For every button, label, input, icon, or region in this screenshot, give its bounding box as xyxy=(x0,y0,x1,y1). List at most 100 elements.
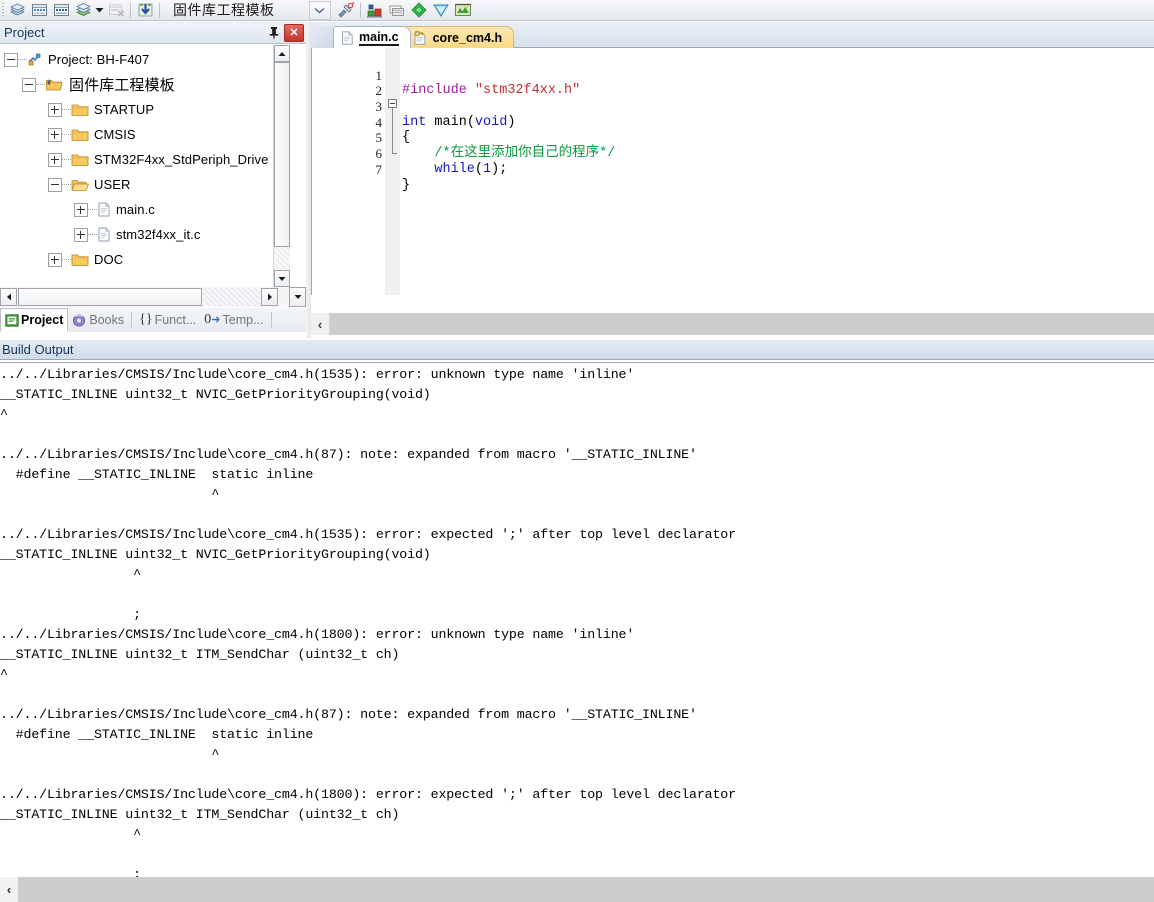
tabbar-lead xyxy=(311,26,333,48)
project-panel-header: Project ✕ xyxy=(0,22,306,44)
horizontal-scroll-thumb[interactable] xyxy=(18,288,202,306)
multi-project-icon[interactable] xyxy=(452,1,474,20)
pin-icon[interactable] xyxy=(265,24,282,41)
build-output-line: #define __STATIC_INLINE static inline xyxy=(0,467,314,482)
batch-build-dropdown-icon[interactable] xyxy=(94,1,105,20)
tree-connector xyxy=(62,158,71,161)
tree-node-cmsis[interactable]: CMSIS xyxy=(0,122,289,147)
toolbar-separator-1 xyxy=(130,2,131,18)
build-output-line: ../../Libraries/CMSIS/Include\core_cm4.h… xyxy=(0,787,736,802)
download-icon[interactable] xyxy=(134,1,156,20)
tab-divider-end xyxy=(270,312,272,328)
h-file-key-icon xyxy=(413,30,428,45)
build-output-line: __STATIC_INLINE uint32_t ITM_SendChar (u… xyxy=(0,807,400,822)
expander-minus-icon[interactable] xyxy=(48,177,62,192)
project-panel-tabs: Project Books {} Funct... 0➜ Temp... xyxy=(0,308,306,332)
project-tree-vertical-scrollbar[interactable] xyxy=(273,45,290,287)
project-tree[interactable]: Project: BH-F407 固件库工程模板 STARTUP CMSIS S… xyxy=(0,44,289,287)
tree-connector xyxy=(88,208,97,211)
rebuild-all-icon[interactable] xyxy=(50,1,72,20)
tree-label: STM32F4xx_StdPeriph_Drive xyxy=(94,152,269,167)
expander-plus-icon[interactable] xyxy=(74,202,88,217)
project-tree-horizontal-scrollbar[interactable] xyxy=(0,287,289,307)
scroll-up-arrow-icon[interactable] xyxy=(274,45,290,62)
build-output-line: ../../Libraries/CMSIS/Include\core_cm4.h… xyxy=(0,707,697,722)
project-panel-title: Project xyxy=(4,25,45,40)
scroll-left-arrow-icon[interactable] xyxy=(0,288,17,306)
expander-plus-icon[interactable] xyxy=(74,227,88,242)
c-file-icon xyxy=(97,202,111,217)
scroll-corner-down-button[interactable] xyxy=(289,287,306,307)
project-tab-icon xyxy=(5,313,19,327)
expander-plus-icon[interactable] xyxy=(48,127,62,142)
editor-scroll-left-icon[interactable]: ‹ xyxy=(311,313,330,335)
code-editor[interactable]: 1 #include "stm32f4xx.h" 2 3 int main(vo… xyxy=(311,48,1154,295)
tree-label: Project: BH-F407 xyxy=(48,52,150,67)
line-content: } xyxy=(402,177,411,193)
tree-node-doc[interactable]: DOC xyxy=(0,247,289,272)
expander-plus-icon[interactable] xyxy=(48,102,62,117)
configure-icon[interactable] xyxy=(408,1,430,20)
build-output-text[interactable]: ../../Libraries/CMSIS/Include\core_cm4.h… xyxy=(0,365,1154,879)
c-file-icon xyxy=(97,227,111,242)
build-output-line xyxy=(0,845,1154,865)
target-selector[interactable]: 固件库工程模板 xyxy=(167,0,331,20)
line-content: while(1); xyxy=(434,161,508,177)
scroll-right-arrow-icon[interactable] xyxy=(261,288,278,306)
tree-node-project[interactable]: Project: BH-F407 xyxy=(0,47,289,72)
expander-minus-icon[interactable] xyxy=(4,52,18,67)
tree-node-target[interactable]: 固件库工程模板 xyxy=(0,72,289,97)
expander-minus-icon[interactable] xyxy=(22,77,36,92)
chevron-down-icon[interactable] xyxy=(308,0,331,20)
expander-plus-icon[interactable] xyxy=(48,152,62,167)
code-lines: 1 #include "stm32f4xx.h" 2 3 int main(vo… xyxy=(312,52,1154,193)
translate-icon[interactable] xyxy=(6,1,28,20)
build-output-line: ^ xyxy=(0,747,220,762)
select-components-icon[interactable] xyxy=(386,1,408,20)
tab-project[interactable]: Project xyxy=(0,308,69,332)
build-output-title: Build Output xyxy=(2,342,74,357)
tree-node-main-c[interactable]: main.c xyxy=(0,197,289,222)
editor-horizontal-scrollbar[interactable]: ‹ xyxy=(311,313,1154,335)
build-output-panel: Build Output ../../Libraries/CMSIS/Inclu… xyxy=(0,340,1154,902)
build-output-line: ^ xyxy=(0,567,141,582)
scroll-down-arrow-icon[interactable] xyxy=(274,270,290,287)
vertical-scroll-track[interactable] xyxy=(274,247,290,270)
target-options-icon[interactable] xyxy=(335,1,357,20)
tree-node-stdperiph-driver[interactable]: STM32F4xx_StdPeriph_Drive xyxy=(0,147,289,172)
tree-label: CMSIS xyxy=(94,127,136,142)
tree-node-user[interactable]: USER xyxy=(0,172,289,197)
build-output-scroll-left-icon[interactable]: ‹ xyxy=(0,877,18,902)
vertical-scroll-thumb[interactable] xyxy=(274,62,290,247)
code-line: 4 { xyxy=(312,99,1154,146)
tab-functions[interactable]: {} Funct... xyxy=(135,308,200,332)
tab-books[interactable]: Books xyxy=(68,308,128,332)
c-file-icon xyxy=(341,30,354,45)
close-icon[interactable]: ✕ xyxy=(284,23,304,42)
manage-runtime-icon[interactable] xyxy=(364,1,386,20)
build-output-line: ^ xyxy=(0,827,141,842)
expander-plus-icon[interactable] xyxy=(48,252,62,267)
packs-icon[interactable] xyxy=(430,1,452,20)
build-icon[interactable] xyxy=(28,1,50,20)
tree-node-stm32f4xx-it-c[interactable]: stm32f4xx_it.c xyxy=(0,222,289,247)
build-output-line xyxy=(0,585,1154,605)
editor-tab-main-c[interactable]: main.c xyxy=(333,26,411,48)
build-output-line: __STATIC_INLINE uint32_t NVIC_GetPriorit… xyxy=(0,387,431,402)
project-icon xyxy=(27,52,43,67)
editor-tab-core-cm4-h[interactable]: core_cm4.h xyxy=(404,26,515,48)
code-line: 5 /*在这里添加你自己的程序*/ xyxy=(312,115,1154,161)
editor-tab-label: core_cm4.h xyxy=(432,30,503,45)
horizontal-scroll-track[interactable] xyxy=(203,288,260,306)
build-output-horizontal-scrollbar[interactable]: ‹ xyxy=(0,877,1154,902)
tab-templates[interactable]: 0➜ Temp... xyxy=(200,308,267,332)
templates-icon: 0➜ xyxy=(204,312,221,327)
build-output-line: #define __STATIC_INLINE static inline xyxy=(0,727,314,742)
toolbar-separator-2 xyxy=(159,2,160,18)
build-output-line: ../../Libraries/CMSIS/Include\core_cm4.h… xyxy=(0,447,697,462)
batch-build-icon[interactable] xyxy=(72,1,94,20)
tree-node-startup[interactable]: STARTUP xyxy=(0,97,289,122)
build-output-line xyxy=(0,425,1154,445)
stop-build-icon[interactable] xyxy=(105,1,127,20)
tree-label: STARTUP xyxy=(94,102,155,117)
